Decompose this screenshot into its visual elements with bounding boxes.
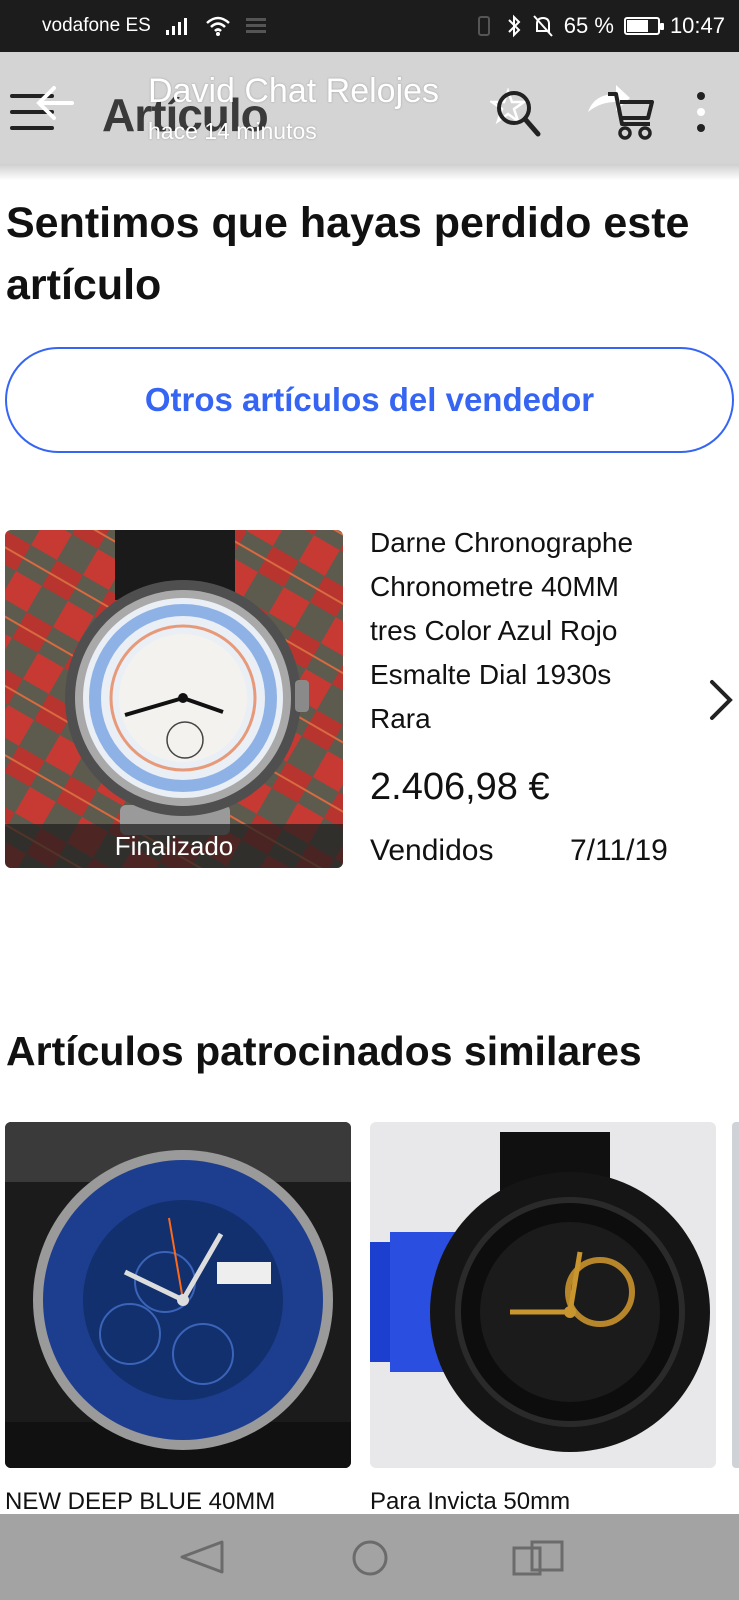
app-bar-shadow: [0, 164, 739, 180]
battery-percent: 65 %: [563, 13, 614, 38]
similar-item-peek[interactable]: [732, 1122, 739, 1468]
back-arrow-icon[interactable]: [34, 82, 76, 129]
product-image[interactable]: Finalizado: [5, 530, 343, 868]
similar-item-image[interactable]: [370, 1122, 716, 1468]
nav-home-icon[interactable]: [350, 1538, 390, 1583]
other-seller-items-button[interactable]: Otros artículos del vendedor: [5, 347, 734, 453]
app-bar: Artículo David Chat Relojes hace 14 minu…: [0, 52, 739, 164]
product-price: 2.406,98 €: [370, 766, 550, 808]
signal-icon: [165, 16, 191, 36]
vibrate-icon: [472, 15, 496, 37]
product-title[interactable]: Darne Chronographe Chronometre 40MM tres…: [370, 521, 670, 741]
system-nav-bar: [0, 1514, 739, 1600]
lost-item-heading: Sentimos que hayas perdido este artículo: [6, 199, 690, 309]
cart-icon[interactable]: [606, 90, 656, 147]
mute-bell-icon: [532, 14, 554, 38]
search-icon[interactable]: [494, 88, 542, 145]
more-vert-icon[interactable]: [686, 92, 716, 136]
chat-head-name[interactable]: David Chat Relojes: [148, 72, 439, 111]
nav-back-icon[interactable]: [176, 1538, 228, 1581]
similar-item-image[interactable]: [5, 1122, 351, 1468]
battery-icon: [623, 17, 664, 35]
notification-icon: [245, 16, 267, 36]
bluetooth-icon: [506, 14, 522, 38]
chat-head-time: hace 14 minutos: [148, 118, 317, 144]
chevron-right-icon[interactable]: [708, 678, 734, 727]
ended-label: Finalizado: [5, 824, 343, 868]
carrier-name: vodafone ES: [42, 15, 151, 36]
nav-recents-icon[interactable]: [510, 1538, 566, 1583]
similar-item-title[interactable]: NEW DEEP BLUE 40MM: [5, 1488, 345, 1510]
wifi-icon: [205, 15, 231, 37]
sold-date: 7/11/19: [570, 834, 668, 867]
similar-item-title[interactable]: Para Invicta 50mm: [370, 1488, 716, 1510]
clock: 10:47: [669, 13, 725, 38]
sold-status: Vendidos: [370, 834, 494, 867]
status-bar: vodafone ES 65 % 10:47: [0, 0, 739, 52]
similar-items-heading: Artículos patrocinados similares: [6, 1028, 642, 1074]
